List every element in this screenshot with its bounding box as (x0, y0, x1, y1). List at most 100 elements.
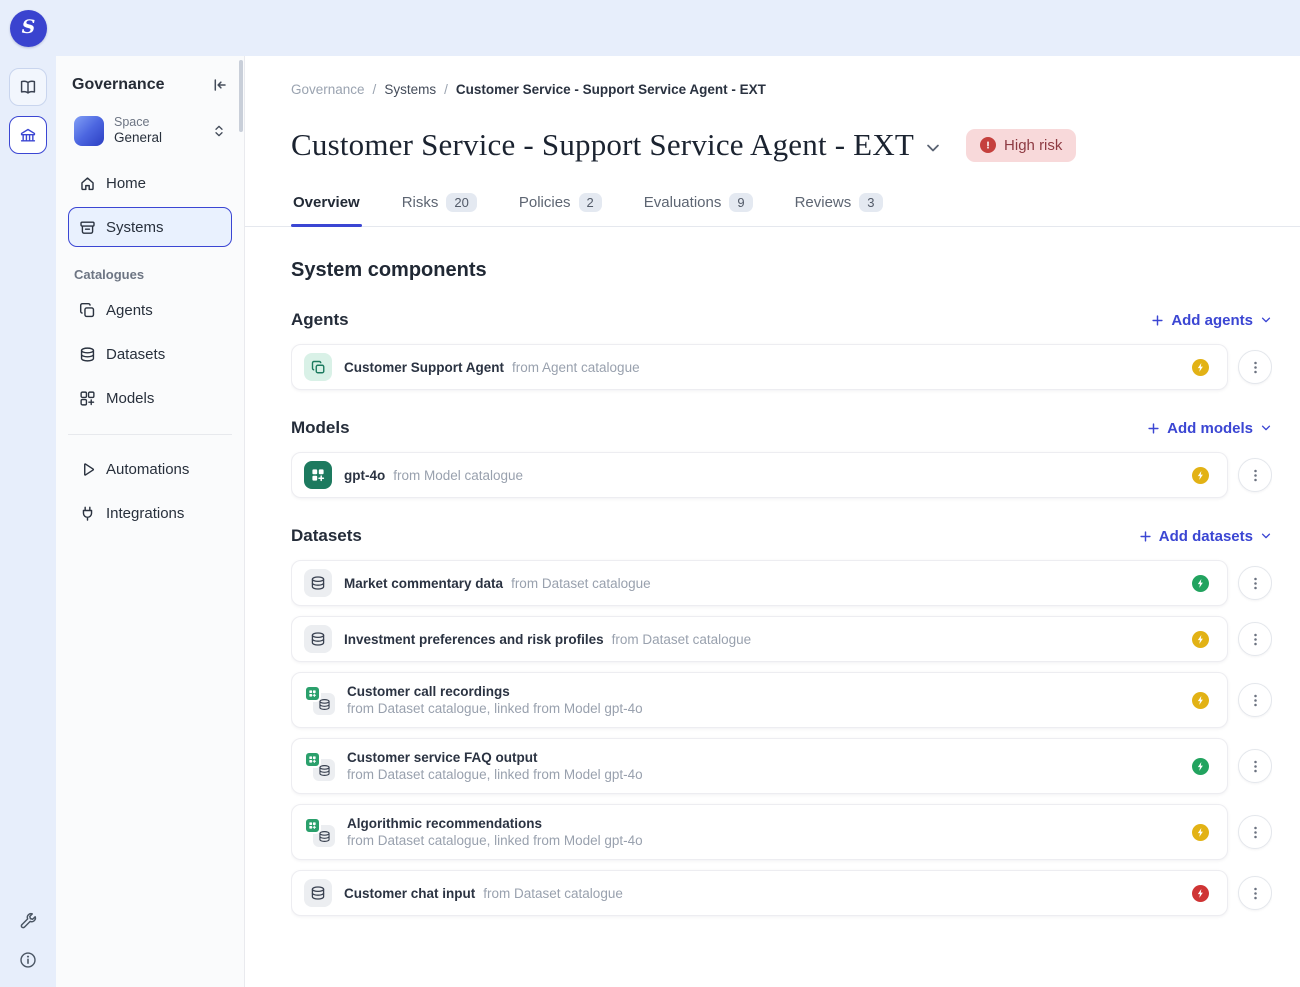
sidebar-item-label: Home (106, 175, 146, 192)
group-datasets: Datasets Add datasets Market commentary … (291, 526, 1272, 916)
rail-tools-button[interactable] (19, 912, 38, 931)
sidebar-header: Governance (56, 56, 244, 102)
sidebar-item-integrations[interactable]: Integrations (68, 493, 232, 533)
sidebar-item-label: Systems (106, 219, 164, 236)
ellipsis-icon (1248, 468, 1263, 483)
breadcrumb-item[interactable]: Systems (384, 82, 436, 97)
model-icon (304, 461, 332, 489)
component-card[interactable]: Customer Support Agent from Agent catalo… (291, 344, 1228, 390)
card-list: Customer Support Agent from Agent catalo… (291, 344, 1272, 390)
dataset-linked-icon (304, 685, 335, 715)
ellipsis-icon (1248, 759, 1263, 774)
component-card[interactable]: Investment preferences and risk profiles… (291, 616, 1228, 662)
sidebar-item-label: Automations (106, 461, 189, 478)
systems-icon (79, 219, 96, 236)
space-selector[interactable]: Space General (66, 110, 234, 151)
sidebar-nav-tools: Automations Integrations (56, 449, 244, 533)
sidebar-item-automations[interactable]: Automations (68, 449, 232, 489)
agent-icon (304, 353, 332, 381)
sidebar-item-datasets[interactable]: Datasets (68, 334, 232, 374)
component-card[interactable]: Customer service FAQ output from Dataset… (291, 738, 1228, 794)
catalogues-section-label: Catalogues (56, 247, 244, 290)
sidebar-item-systems[interactable]: Systems (68, 207, 232, 247)
component-card[interactable]: gpt-4o from Model catalogue (291, 452, 1228, 498)
component-description: from Dataset catalogue (612, 632, 752, 647)
component-row: Customer call recordings from Dataset ca… (291, 672, 1272, 728)
item-menu-button[interactable] (1238, 815, 1272, 849)
app-body: Governance Space General Home Systems Cat… (0, 56, 1300, 987)
item-menu-button[interactable] (1238, 876, 1272, 910)
add-agents-button[interactable]: Add agents (1151, 312, 1272, 329)
section-title: System components (291, 259, 1272, 282)
status-red-icon (1192, 885, 1209, 902)
sidebar-item-agents[interactable]: Agents (68, 290, 232, 330)
home-icon (79, 175, 96, 192)
collapse-sidebar-button[interactable] (212, 77, 228, 93)
status-yellow-icon (1192, 824, 1209, 841)
app-logo[interactable]: S (10, 10, 47, 47)
chevron-down-icon (1260, 314, 1272, 326)
topbar: S (0, 0, 1300, 56)
rail-library-button[interactable] (9, 68, 47, 106)
component-card[interactable]: Market commentary data from Dataset cata… (291, 560, 1228, 606)
breadcrumb-item[interactable]: Governance (291, 82, 365, 97)
component-description: from Agent catalogue (512, 360, 640, 375)
add-models-button[interactable]: Add models (1147, 420, 1272, 437)
add-label: Add datasets (1159, 528, 1253, 545)
breadcrumb-item: Customer Service - Support Service Agent… (456, 82, 766, 97)
tab-overview[interactable]: Overview (291, 189, 362, 226)
tab-policies[interactable]: Policies2 (517, 189, 604, 226)
tab-count-badge: 3 (859, 193, 882, 212)
ellipsis-icon (1248, 693, 1263, 708)
tab-evaluations[interactable]: Evaluations9 (642, 189, 755, 226)
component-text: Customer call recordings from Dataset ca… (347, 684, 643, 716)
rail-governance-button[interactable] (9, 116, 47, 154)
item-menu-button[interactable] (1238, 622, 1272, 656)
tab-risks[interactable]: Risks20 (400, 189, 479, 226)
group-header: Models Add models (291, 418, 1272, 438)
item-menu-button[interactable] (1238, 350, 1272, 384)
chevron-down-icon (1260, 422, 1272, 434)
group-title: Models (291, 418, 350, 438)
rail-footer (19, 912, 38, 975)
tab-label: Evaluations (644, 194, 722, 211)
automations-icon (79, 461, 96, 478)
sidebar-item-models[interactable]: Models (68, 378, 232, 418)
item-menu-button[interactable] (1238, 749, 1272, 783)
title-dropdown-chevron[interactable] (924, 139, 942, 157)
chevron-down-icon (924, 139, 942, 157)
component-text: gpt-4o from Model catalogue (344, 468, 523, 483)
component-description: from Dataset catalogue, linked from Mode… (347, 767, 643, 782)
breadcrumb: Governance/Systems/Customer Service - Su… (291, 82, 1272, 97)
component-row: Market commentary data from Dataset cata… (291, 560, 1272, 606)
component-text: Customer service FAQ output from Dataset… (347, 750, 643, 782)
add-datasets-button[interactable]: Add datasets (1139, 528, 1272, 545)
item-menu-button[interactable] (1238, 566, 1272, 600)
component-name: Investment preferences and risk profiles (344, 632, 604, 647)
breadcrumb-separator: / (373, 82, 377, 97)
component-name: Customer Support Agent (344, 360, 504, 375)
component-description: from Dataset catalogue (511, 576, 651, 591)
book-icon (19, 78, 37, 96)
component-card[interactable]: Algorithmic recommendations from Dataset… (291, 804, 1228, 860)
ellipsis-icon (1248, 632, 1263, 647)
item-menu-button[interactable] (1238, 683, 1272, 717)
sidebar-item-home[interactable]: Home (68, 163, 232, 203)
status-yellow-icon (1192, 359, 1209, 376)
plus-icon (1151, 314, 1164, 327)
card-list: Market commentary data from Dataset cata… (291, 560, 1272, 916)
component-card[interactable]: Customer call recordings from Dataset ca… (291, 672, 1228, 728)
plus-icon (1139, 530, 1152, 543)
models-icon (79, 390, 96, 407)
rail-info-button[interactable] (19, 951, 37, 969)
sidebar-item-label: Integrations (106, 505, 184, 522)
card-list: gpt-4o from Model catalogue (291, 452, 1272, 498)
sidebar-scrollbar[interactable] (239, 60, 243, 132)
tab-reviews[interactable]: Reviews3 (793, 189, 885, 226)
component-card[interactable]: Customer chat input from Dataset catalog… (291, 870, 1228, 916)
component-name: Customer chat input (344, 886, 475, 901)
component-text: Customer Support Agent from Agent catalo… (344, 360, 640, 375)
item-menu-button[interactable] (1238, 458, 1272, 492)
group-title: Datasets (291, 526, 362, 546)
tab-label: Risks (402, 194, 439, 211)
